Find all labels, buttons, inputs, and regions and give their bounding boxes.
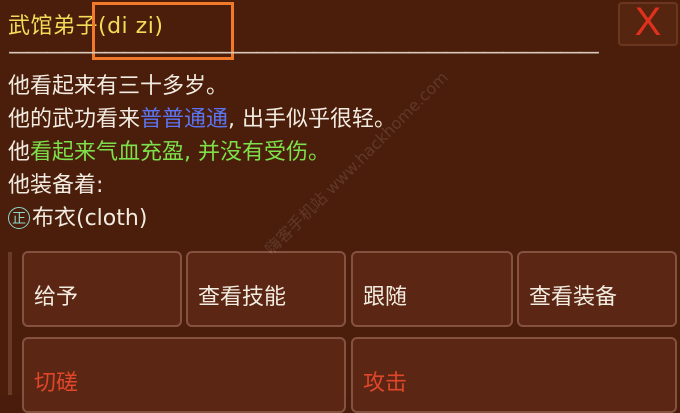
equipment-item[interactable]: 正布衣(cloth) bbox=[8, 202, 396, 235]
equipment-item-label: 布衣(cloth) bbox=[32, 206, 148, 231]
skill-line: 他的武功看来普普通通, 出手似乎很轻。 bbox=[8, 103, 396, 136]
give-button[interactable]: 给予 bbox=[22, 251, 182, 327]
health-prefix: 他 bbox=[8, 140, 31, 165]
follow-button[interactable]: 跟随 bbox=[351, 251, 513, 327]
spar-button[interactable]: 切磋 bbox=[22, 337, 346, 413]
skill-suffix: , 出手似乎很轻。 bbox=[228, 107, 397, 132]
view-equipment-button[interactable]: 查看装备 bbox=[517, 251, 677, 327]
age-line: 他看起来有三十多岁。 bbox=[8, 74, 229, 99]
equipped-badge-icon: 正 bbox=[8, 207, 30, 229]
scroll-indicator bbox=[8, 252, 12, 395]
attack-button[interactable]: 攻击 bbox=[351, 337, 677, 413]
skill-prefix: 他的武功看来 bbox=[8, 107, 141, 132]
close-icon: X bbox=[634, 0, 662, 44]
skill-level: 普普通通 bbox=[140, 107, 229, 132]
npc-info-panel: 武馆弟子(di zi) X ——————————————————————————… bbox=[0, 0, 680, 413]
divider: ——————————————————————————————— bbox=[8, 40, 600, 65]
health-status: 看起来气血充盈, 并没有受伤。 bbox=[30, 140, 331, 165]
npc-description: 他看起来有三十多岁。 他的武功看来普普通通, 出手似乎很轻。 他看起来气血充盈,… bbox=[8, 70, 396, 235]
equipment-heading: 他装备着: bbox=[8, 173, 104, 198]
health-line: 他看起来气血充盈, 并没有受伤。 bbox=[8, 136, 396, 169]
view-skills-button[interactable]: 查看技能 bbox=[186, 251, 346, 327]
